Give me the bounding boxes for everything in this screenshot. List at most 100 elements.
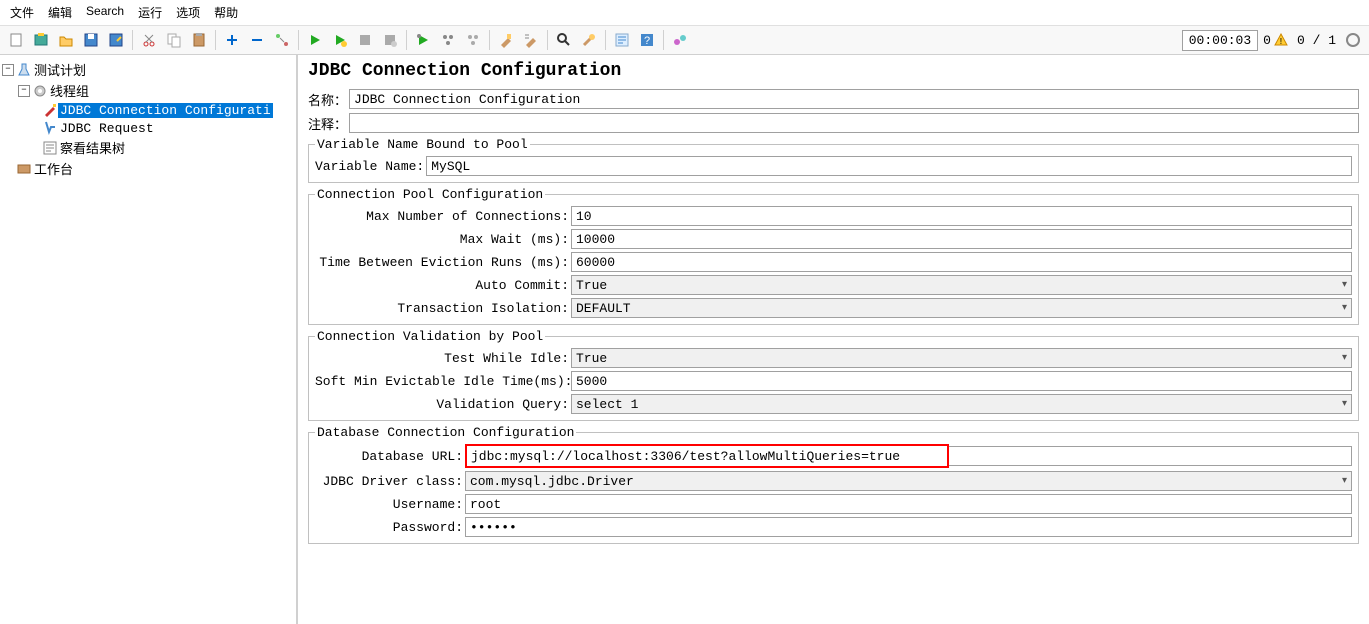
tree-toggle[interactable]: − <box>2 64 14 76</box>
menu-file[interactable]: 文件 <box>4 2 40 23</box>
auto-commit-label: Auto Commit: <box>315 278 571 293</box>
gear-icon <box>32 83 48 99</box>
connection-pool-legend: Connection Pool Configuration <box>315 187 545 202</box>
connection-pool-group: Connection Pool Configuration Max Number… <box>308 187 1359 325</box>
elapsed-timer: 00:00:03 <box>1182 30 1258 51</box>
save-icon[interactable] <box>79 28 103 52</box>
tree-node-thread-group[interactable]: − 线程组 <box>0 80 296 101</box>
panel-title: JDBC Connection Configuration <box>308 61 1359 81</box>
menu-edit[interactable]: 编辑 <box>42 2 78 23</box>
copy-icon[interactable] <box>162 28 186 52</box>
config-icon <box>42 102 58 118</box>
chevron-down-icon: ▾ <box>1342 475 1347 487</box>
comment-input[interactable] <box>349 113 1359 133</box>
jdbc-driver-label: JDBC Driver class: <box>315 474 465 489</box>
db-url-highlight <box>465 444 949 468</box>
toolbar: ? 00:00:03 0 ! 0 / 1 <box>0 26 1369 55</box>
max-conn-label: Max Number of Connections: <box>315 209 571 224</box>
menu-help[interactable]: 帮助 <box>208 2 244 23</box>
paste-icon[interactable] <box>187 28 211 52</box>
search-icon[interactable] <box>552 28 576 52</box>
warning-count: 0 ! <box>1259 33 1292 48</box>
connection-validation-legend: Connection Validation by Pool <box>315 329 545 344</box>
new-icon[interactable] <box>4 28 28 52</box>
stop-icon[interactable] <box>353 28 377 52</box>
tx-isolation-label: Transaction Isolation: <box>315 301 571 316</box>
function-helper-icon[interactable] <box>610 28 634 52</box>
validation-query-label: Validation Query: <box>315 397 571 412</box>
clear-icon[interactable] <box>494 28 518 52</box>
reset-search-icon[interactable] <box>577 28 601 52</box>
start-icon[interactable] <box>303 28 327 52</box>
eviction-label: Time Between Eviction Runs (ms): <box>315 255 571 270</box>
validation-query-select[interactable]: select 1▾ <box>571 394 1352 414</box>
variable-pool-legend: Variable Name Bound to Pool <box>315 137 530 152</box>
database-connection-group: Database Connection Configuration Databa… <box>308 425 1359 544</box>
collapse-icon[interactable] <box>245 28 269 52</box>
shutdown-icon[interactable] <box>378 28 402 52</box>
start-no-timers-icon[interactable] <box>328 28 352 52</box>
username-label: Username: <box>315 497 465 512</box>
status-indicator-icon <box>1341 28 1365 52</box>
save-as-icon[interactable] <box>104 28 128 52</box>
connection-validation-group: Connection Validation by Pool Test While… <box>308 329 1359 421</box>
test-idle-select[interactable]: True▾ <box>571 348 1352 368</box>
remote-start-all-icon[interactable] <box>436 28 460 52</box>
help-icon[interactable]: ? <box>635 28 659 52</box>
workbench-icon <box>16 161 32 177</box>
max-conn-input[interactable] <box>571 206 1352 226</box>
menu-options[interactable]: 选项 <box>170 2 206 23</box>
config-panel: JDBC Connection Configuration 名称： 注释： Va… <box>298 55 1369 624</box>
menu-search[interactable]: Search <box>80 2 130 23</box>
templates-icon[interactable] <box>29 28 53 52</box>
clear-all-icon[interactable] <box>519 28 543 52</box>
warning-icon: ! <box>1274 33 1288 47</box>
open-icon[interactable] <box>54 28 78 52</box>
tree-node-test-plan[interactable]: − 测试计划 <box>0 59 296 80</box>
variable-name-input[interactable] <box>426 156 1352 176</box>
tree-toggle[interactable]: − <box>18 85 30 97</box>
beaker-icon <box>16 62 32 78</box>
menu-bar: 文件 编辑 Search 运行 选项 帮助 <box>0 0 1369 26</box>
variable-pool-group: Variable Name Bound to Pool Variable Nam… <box>308 137 1359 183</box>
db-url-input[interactable] <box>467 446 947 466</box>
svg-text:!: ! <box>1278 37 1283 47</box>
svg-text:?: ? <box>644 35 650 47</box>
tree-node-jdbc-request[interactable]: JDBC Request <box>0 119 296 137</box>
tree-node-workbench[interactable]: 工作台 <box>0 158 296 179</box>
password-input[interactable] <box>465 517 1352 537</box>
jdbc-driver-select[interactable]: com.mysql.jdbc.Driver▾ <box>465 471 1352 491</box>
menu-run[interactable]: 运行 <box>132 2 168 23</box>
toggle-icon[interactable] <box>270 28 294 52</box>
chevron-down-icon: ▾ <box>1342 279 1347 291</box>
username-input[interactable] <box>465 494 1352 514</box>
max-wait-label: Max Wait (ms): <box>315 232 571 247</box>
cut-icon[interactable] <box>137 28 161 52</box>
thread-count: 0 / 1 <box>1293 33 1340 48</box>
test-plan-tree[interactable]: − 测试计划 − 线程组 JDBC Connection Configurati… <box>0 55 298 624</box>
sampler-icon <box>42 120 58 136</box>
remote-start-icon[interactable] <box>411 28 435 52</box>
tx-isolation-select[interactable]: DEFAULT▾ <box>571 298 1352 318</box>
chevron-down-icon: ▾ <box>1342 352 1347 364</box>
db-url-label: Database URL: <box>315 449 465 464</box>
test-idle-label: Test While Idle: <box>315 351 571 366</box>
results-icon <box>42 140 58 156</box>
plugin-icon[interactable] <box>668 28 692 52</box>
max-wait-input[interactable] <box>571 229 1352 249</box>
variable-name-label: Variable Name: <box>315 159 426 174</box>
auto-commit-select[interactable]: True▾ <box>571 275 1352 295</box>
name-label: 名称： <box>308 90 349 109</box>
name-input[interactable] <box>349 89 1359 109</box>
database-connection-legend: Database Connection Configuration <box>315 425 576 440</box>
soft-min-label: Soft Min Evictable Idle Time(ms): <box>315 374 571 389</box>
tree-node-jdbc-config[interactable]: JDBC Connection Configurati <box>0 101 296 119</box>
chevron-down-icon: ▾ <box>1342 398 1347 410</box>
soft-min-input[interactable] <box>571 371 1352 391</box>
expand-icon[interactable] <box>220 28 244 52</box>
remote-stop-all-icon[interactable] <box>461 28 485 52</box>
tree-node-view-results[interactable]: 察看结果树 <box>0 137 296 158</box>
eviction-input[interactable] <box>571 252 1352 272</box>
chevron-down-icon: ▾ <box>1342 302 1347 314</box>
comment-label: 注释： <box>308 114 349 133</box>
